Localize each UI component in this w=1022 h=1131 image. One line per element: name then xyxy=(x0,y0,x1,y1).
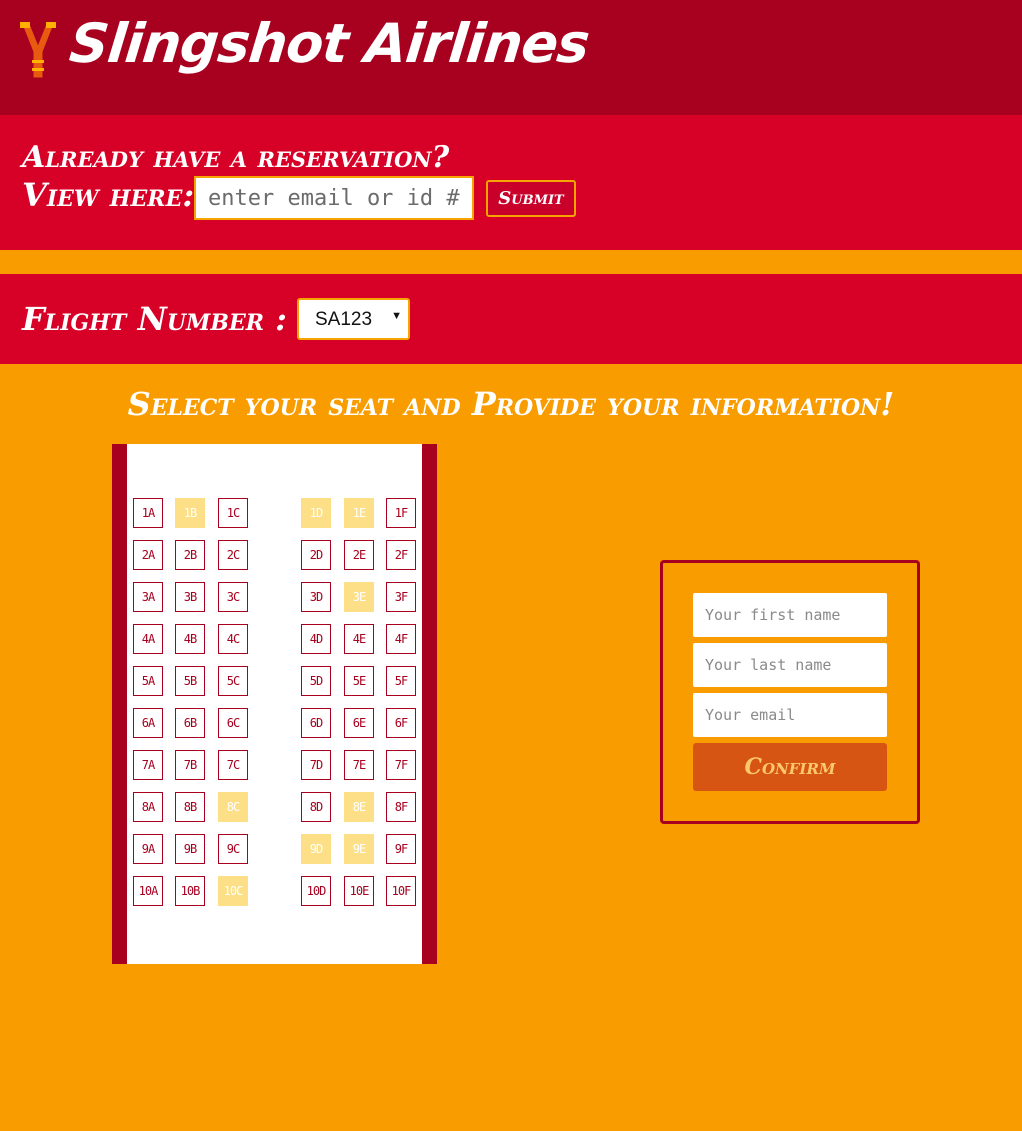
seat-3f[interactable]: 3F xyxy=(386,582,416,612)
flight-number-value: SA123 xyxy=(315,309,373,330)
seat-8c: 8C xyxy=(218,792,248,822)
email-input[interactable] xyxy=(693,693,887,737)
seat-4c[interactable]: 4C xyxy=(218,624,248,654)
seat-9f[interactable]: 9F xyxy=(386,834,416,864)
seat-9c[interactable]: 9C xyxy=(218,834,248,864)
seat-5c[interactable]: 5C xyxy=(218,666,248,696)
seat-7a[interactable]: 7A xyxy=(133,750,163,780)
submit-button[interactable]: Submit xyxy=(486,180,576,217)
seat-2b[interactable]: 2B xyxy=(175,540,205,570)
seat-1c[interactable]: 1C xyxy=(218,498,248,528)
seat-8e: 8E xyxy=(344,792,374,822)
seat-3e: 3E xyxy=(344,582,374,612)
seat-10b[interactable]: 10B xyxy=(175,876,205,906)
last-name-input[interactable] xyxy=(693,643,887,687)
reservation-lookup-input[interactable] xyxy=(194,176,474,220)
seat-10c: 10C xyxy=(218,876,248,906)
seat-5b[interactable]: 5B xyxy=(175,666,205,696)
seat-4e[interactable]: 4E xyxy=(344,624,374,654)
seat-3a[interactable]: 3A xyxy=(133,582,163,612)
seat-7f[interactable]: 7F xyxy=(386,750,416,780)
seat-5a[interactable]: 5A xyxy=(133,666,163,696)
seat-8a[interactable]: 8A xyxy=(133,792,163,822)
confirm-button[interactable]: Confirm xyxy=(693,743,887,791)
seat-6a[interactable]: 6A xyxy=(133,708,163,738)
reservation-question: Already have a reservation? xyxy=(22,140,450,175)
seat-1a[interactable]: 1A xyxy=(133,498,163,528)
seat-7c[interactable]: 7C xyxy=(218,750,248,780)
seat-1d: 1D xyxy=(301,498,331,528)
dropdown-arrow-icon: ▼ xyxy=(391,310,402,322)
seat-9a[interactable]: 9A xyxy=(133,834,163,864)
site-header: Slingshot Airlines xyxy=(0,0,1022,115)
seat-section-title: Select your seat and Provide your inform… xyxy=(127,385,895,423)
seat-4f[interactable]: 4F xyxy=(386,624,416,654)
seat-4b[interactable]: 4B xyxy=(175,624,205,654)
seat-9b[interactable]: 9B xyxy=(175,834,205,864)
seat-6d[interactable]: 6D xyxy=(301,708,331,738)
seat-3d[interactable]: 3D xyxy=(301,582,331,612)
seat-1b: 1B xyxy=(175,498,205,528)
seat-2f[interactable]: 2F xyxy=(386,540,416,570)
slingshot-icon xyxy=(20,22,56,79)
view-here-label: View here: xyxy=(22,176,195,214)
seat-7e[interactable]: 7E xyxy=(344,750,374,780)
seat-8f[interactable]: 8F xyxy=(386,792,416,822)
flight-number-label: Flight Number : xyxy=(22,300,287,338)
seat-2c[interactable]: 2C xyxy=(218,540,248,570)
seat-7b[interactable]: 7B xyxy=(175,750,205,780)
seat-2d[interactable]: 2D xyxy=(301,540,331,570)
seat-3b[interactable]: 3B xyxy=(175,582,205,612)
seat-10d[interactable]: 10D xyxy=(301,876,331,906)
seat-1f[interactable]: 1F xyxy=(386,498,416,528)
seat-3c[interactable]: 3C xyxy=(218,582,248,612)
seat-1e: 1E xyxy=(344,498,374,528)
seat-4a[interactable]: 4A xyxy=(133,624,163,654)
seat-10f[interactable]: 10F xyxy=(386,876,416,906)
seat-8b[interactable]: 8B xyxy=(175,792,205,822)
site-brand: Slingshot Airlines xyxy=(66,12,592,75)
seat-10e[interactable]: 10E xyxy=(344,876,374,906)
flight-number-select[interactable]: SA123 ▼ xyxy=(297,298,410,340)
first-name-input[interactable] xyxy=(693,593,887,637)
seat-9d: 9D xyxy=(301,834,331,864)
seat-8d[interactable]: 8D xyxy=(301,792,331,822)
seat-6e[interactable]: 6E xyxy=(344,708,374,738)
seat-2e[interactable]: 2E xyxy=(344,540,374,570)
seat-4d[interactable]: 4D xyxy=(301,624,331,654)
seat-5d[interactable]: 5D xyxy=(301,666,331,696)
seat-6f[interactable]: 6F xyxy=(386,708,416,738)
seat-9e: 9E xyxy=(344,834,374,864)
seat-5f[interactable]: 5F xyxy=(386,666,416,696)
seat-6b[interactable]: 6B xyxy=(175,708,205,738)
seat-6c[interactable]: 6C xyxy=(218,708,248,738)
seat-5e[interactable]: 5E xyxy=(344,666,374,696)
seat-map: 1A 1B 1C 1D 1E 1F 2A 2B 2C 2D 2E 2F 3A 3B 3C 3D 3E 3F 4A 4B… xyxy=(112,444,437,964)
seat-2a[interactable]: 2A xyxy=(133,540,163,570)
seat-10a[interactable]: 10A xyxy=(133,876,163,906)
seat-7d[interactable]: 7D xyxy=(301,750,331,780)
